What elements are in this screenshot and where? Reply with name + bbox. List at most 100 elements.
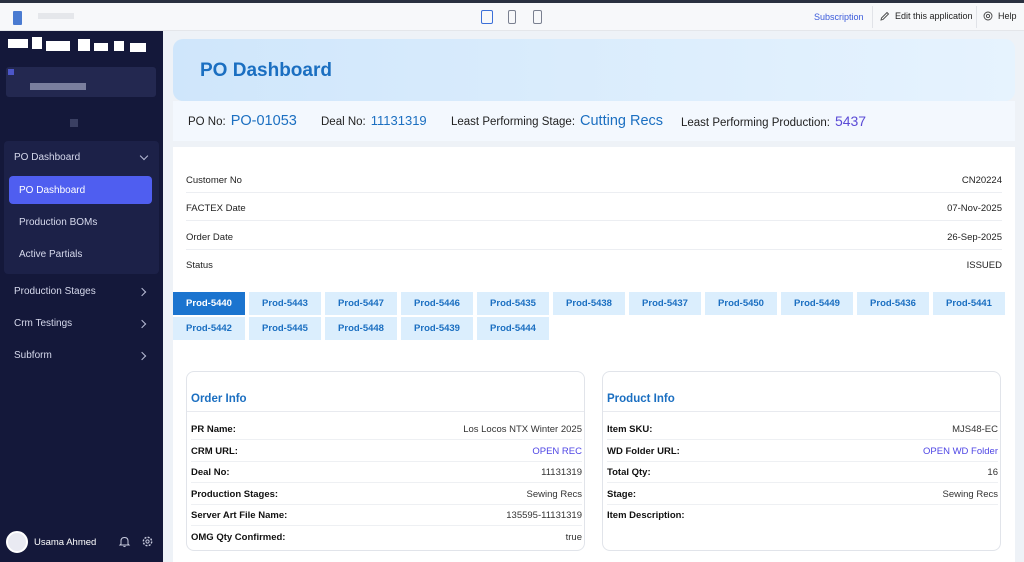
- row-label: Server Art File Name:: [191, 510, 288, 521]
- tab-prod-5449[interactable]: Prod-5449: [781, 292, 853, 315]
- redacted-brand-dot: [8, 69, 14, 75]
- page-title: PO Dashboard: [200, 60, 332, 81]
- open-wd-folder-link[interactable]: OPEN WD Folder: [923, 446, 998, 457]
- nav-item-production-boms[interactable]: Production BOMs: [9, 208, 152, 236]
- tab-prod-5446[interactable]: Prod-5446: [401, 292, 473, 315]
- order-info-title: Order Info: [191, 393, 247, 405]
- detail-value: 26-Sep-2025: [947, 232, 1002, 243]
- kpi-deal-value: 11131319: [370, 113, 427, 128]
- nav-subform[interactable]: Subform: [14, 350, 52, 361]
- product-info-title: Product Info: [607, 393, 675, 405]
- kpi-deal-label: Deal No:: [321, 116, 366, 128]
- desktop-view-icon[interactable]: [481, 10, 493, 24]
- row-label: WD Folder URL:: [607, 446, 680, 457]
- help-label: Help: [998, 11, 1017, 21]
- order-info-row: Server Art File Name: 135595-11131319: [191, 504, 582, 526]
- pencil-icon: [880, 11, 890, 21]
- row-value: Los Locos NTX Winter 2025: [463, 424, 582, 435]
- row-value: 135595-11131319: [506, 510, 582, 521]
- redacted-app-name: [38, 13, 74, 19]
- row-value: 16: [987, 467, 998, 478]
- kpi-po-label: PO No:: [188, 116, 226, 128]
- mobile-view-icon[interactable]: [533, 10, 542, 24]
- po-details-card: Customer No CN20224 FACTEX Date 07-Nov-2…: [173, 147, 1015, 562]
- detail-row: FACTEX Date 07-Nov-2025: [186, 193, 1002, 221]
- kpi-stage-label: Least Performing Stage:: [451, 116, 576, 128]
- row-label: CRM URL:: [191, 446, 238, 457]
- kpi-row: PO No: PO-01053 Deal No: 11131319 Least Pe…: [173, 101, 1015, 141]
- row-label: OMG Qty Confirmed:: [191, 532, 286, 543]
- detail-row: Customer No CN20224: [186, 165, 1002, 193]
- sidebar: PO Dashboard PO Dashboard Production BOM…: [0, 31, 163, 562]
- tab-prod-5441[interactable]: Prod-5441: [933, 292, 1005, 315]
- edit-application-button[interactable]: Edit this application: [880, 11, 973, 21]
- row-label: Item Description:: [607, 510, 685, 521]
- tab-prod-5437[interactable]: Prod-5437: [629, 292, 701, 315]
- row-value: MJS48-EC: [952, 424, 998, 435]
- tab-prod-5439[interactable]: Prod-5439: [401, 317, 473, 340]
- tab-prod-5436[interactable]: Prod-5436: [857, 292, 929, 315]
- redacted-brand-block: [6, 67, 156, 97]
- detail-label: FACTEX Date: [186, 203, 246, 214]
- tab-prod-5438[interactable]: Prod-5438: [553, 292, 625, 315]
- tab-prod-5444[interactable]: Prod-5444: [477, 317, 549, 340]
- tab-prod-5440[interactable]: Prod-5440: [173, 292, 245, 315]
- top-toolbar: Subscription Edit this application Help: [0, 3, 1024, 31]
- help-button[interactable]: Help: [983, 11, 1017, 21]
- nav-group-title[interactable]: PO Dashboard: [14, 152, 80, 163]
- detail-label: Customer No: [186, 175, 242, 186]
- tab-prod-5445[interactable]: Prod-5445: [249, 317, 321, 340]
- detail-row: Order Date 26-Sep-2025: [186, 222, 1002, 250]
- product-info-row: WD Folder URL: OPEN WD Folder: [607, 440, 998, 462]
- detail-row: Status ISSUED: [186, 250, 1002, 278]
- tab-prod-5450[interactable]: Prod-5450: [705, 292, 777, 315]
- avatar[interactable]: [6, 531, 28, 553]
- kpi-po-value: PO-01053: [230, 113, 297, 129]
- tab-prod-5435[interactable]: Prod-5435: [477, 292, 549, 315]
- gear-icon[interactable]: [141, 535, 154, 548]
- tab-prod-5447[interactable]: Prod-5447: [325, 292, 397, 315]
- nav-item-label: Production BOMs: [19, 216, 98, 228]
- product-info-panel: Product Info Item SKU: MJS48-EC WD Folde…: [602, 371, 1001, 551]
- detail-label: Status: [186, 260, 213, 271]
- kpi-prod-value: 5437: [834, 113, 867, 129]
- product-info-row: Item Description:: [607, 504, 998, 526]
- edit-application-label: Edit this application: [895, 11, 973, 21]
- tab-prod-5442[interactable]: Prod-5442: [173, 317, 245, 340]
- bell-icon[interactable]: [118, 535, 131, 548]
- redacted-brand-text: [30, 83, 86, 90]
- row-value: Sewing Recs: [942, 489, 998, 500]
- app-logo-icon[interactable]: [13, 11, 22, 25]
- order-info-row: Deal No: 11131319: [191, 461, 582, 483]
- product-info-row: Total Qty: 16: [607, 461, 998, 483]
- order-info-row: OMG Qty Confirmed: true: [191, 526, 582, 548]
- kpi-prod-label: Least Performing Production:: [681, 117, 830, 129]
- nav-item-active-partials[interactable]: Active Partials: [9, 240, 152, 268]
- chevron-right-icon[interactable]: [137, 287, 147, 297]
- chevron-right-icon[interactable]: [137, 319, 147, 329]
- nav-production-stages[interactable]: Production Stages: [14, 286, 96, 297]
- kpi-po-no: PO No: PO-01053: [188, 113, 297, 129]
- row-label: Total Qty:: [607, 467, 651, 478]
- chevron-right-icon[interactable]: [137, 351, 147, 361]
- order-info-panel: Order Info PR Name: Los Locos NTX Winter…: [186, 371, 585, 551]
- nav-crm-testings[interactable]: Crm Testings: [14, 318, 72, 329]
- tab-prod-5448[interactable]: Prod-5448: [325, 317, 397, 340]
- row-value: 11131319: [541, 467, 582, 478]
- open-rec-link[interactable]: OPEN REC: [532, 446, 582, 457]
- kpi-least-production: Least Performing Production: 5437: [681, 113, 866, 129]
- nav-item-po-dashboard[interactable]: PO Dashboard: [9, 176, 152, 204]
- row-label: Production Stages:: [191, 489, 279, 500]
- nav-item-label: PO Dashboard: [19, 184, 86, 196]
- row-value: true: [565, 532, 582, 543]
- user-name[interactable]: Usama Ahmed: [34, 537, 96, 548]
- help-icon: [983, 11, 993, 21]
- tab-prod-5443[interactable]: Prod-5443: [249, 292, 321, 315]
- redacted-logo: [6, 37, 146, 57]
- main-content: PO Dashboard PO No: PO-01053 Deal No: 1113…: [163, 31, 1024, 562]
- divider: [187, 411, 584, 412]
- subscription-link[interactable]: Subscription: [814, 12, 864, 22]
- order-info-row: CRM URL: OPEN REC: [191, 440, 582, 462]
- toolbar-divider: [872, 6, 873, 28]
- tablet-view-icon[interactable]: [508, 10, 516, 24]
